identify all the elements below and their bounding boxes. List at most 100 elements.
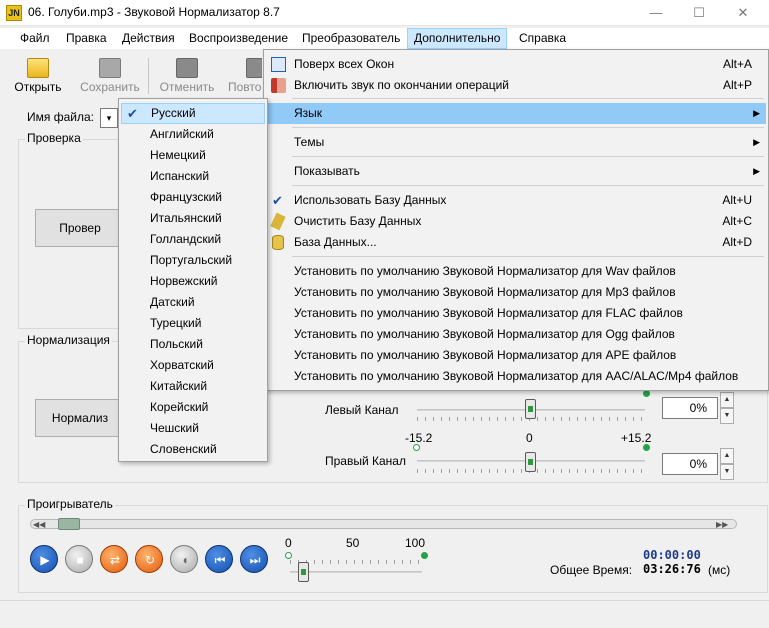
menu-default-aac[interactable]: Установить по умолчанию Звуковой Нормали… <box>266 366 766 387</box>
language-item-spanish[interactable]: Испанский <box>121 166 265 187</box>
redo-icon <box>246 58 262 78</box>
shuffle-button[interactable]: ⇄ <box>100 545 128 573</box>
close-button[interactable]: ✕ <box>720 0 766 26</box>
menu-language[interactable]: Язык ▶ <box>266 103 766 124</box>
volume-mid-label: 50 <box>346 536 360 550</box>
menu-default-flac[interactable]: Установить по умолчанию Звуковой Нормали… <box>266 303 766 324</box>
menu-default-ape[interactable]: Установить по умолчанию Звуковой Нормали… <box>266 345 766 366</box>
previous-button[interactable]: ⏮ <box>205 545 233 573</box>
menu-converter[interactable]: Преобразователь <box>296 28 406 49</box>
language-item-norwegian[interactable]: Норвежский <box>121 271 265 292</box>
status-bar <box>0 600 769 628</box>
menu-help[interactable]: Справка <box>513 28 572 49</box>
right-channel-label: Правый Канал <box>325 454 406 468</box>
window-title: 06. Голуби.mp3 - Звуковой Нормализатор 8… <box>28 5 280 19</box>
right-channel-value[interactable]: 0% <box>662 453 718 475</box>
menu-playback[interactable]: Воспроизведение <box>183 28 294 49</box>
right-channel-spin[interactable]: ▲ ▼ <box>720 448 734 480</box>
undo-label: Отменить <box>159 80 215 94</box>
seek-thumb[interactable] <box>58 518 80 530</box>
checkmark-icon: ✔ <box>127 106 138 121</box>
menu-always-on-top-shortcut: Alt+A <box>722 57 752 71</box>
next-button[interactable]: ⏭ <box>240 545 268 573</box>
submenu-arrow-icon: ▶ <box>753 137 760 147</box>
file-name-label: Имя файла: <box>27 110 94 124</box>
language-label: Русский <box>151 106 196 120</box>
menu-separator <box>292 185 764 186</box>
language-item-german[interactable]: Немецкий <box>121 145 265 166</box>
language-item-italian[interactable]: Итальянский <box>121 208 265 229</box>
language-item-danish[interactable]: Датский <box>121 292 265 313</box>
left-channel-value[interactable]: 0% <box>662 397 718 419</box>
menu-database[interactable]: База Данных... Alt+D <box>266 232 766 253</box>
maximize-button[interactable]: ☐ <box>676 0 722 26</box>
play-button[interactable]: ▶ <box>30 545 58 573</box>
check-button[interactable]: Провер <box>35 209 125 247</box>
menu-sound-on-finish[interactable]: Включить звук по окончании операций Alt+… <box>266 75 766 96</box>
menu-themes-label: Темы <box>294 135 325 149</box>
floppy-icon <box>99 58 121 78</box>
menu-default-wav[interactable]: Установить по умолчанию Звуковой Нормали… <box>266 261 766 282</box>
menu-clear-database[interactable]: Очистить Базу Данных Alt+C <box>266 211 766 232</box>
submenu-arrow-icon: ▶ <box>753 166 760 176</box>
spin-up-icon[interactable]: ▲ <box>720 448 734 464</box>
language-item-french[interactable]: Французский <box>121 187 265 208</box>
total-time-unit: (мс) <box>708 563 731 577</box>
volume-min-label: 0 <box>285 536 292 550</box>
scale-max-label: +15.2 <box>621 431 652 445</box>
language-item-croatian[interactable]: Хорватский <box>121 355 265 376</box>
language-item-turkish[interactable]: Турецкий <box>121 313 265 334</box>
file-name-dropdown[interactable]: ▾ <box>100 108 118 128</box>
save-button[interactable]: Сохранить <box>78 54 142 98</box>
total-time: 03:26:76 <box>643 562 701 576</box>
spin-down-icon[interactable]: ▼ <box>720 408 734 424</box>
volume-slider-thumb[interactable] <box>298 562 309 582</box>
undo-button[interactable]: Отменить <box>155 54 219 98</box>
menu-themes[interactable]: Темы ▶ <box>266 132 766 153</box>
menu-use-database[interactable]: ✔ Использовать Базу Данных Alt+U <box>266 190 766 211</box>
save-label: Сохранить <box>80 80 140 94</box>
language-item-slovenian[interactable]: Словенский <box>121 439 265 460</box>
menu-show[interactable]: Показывать ▶ <box>266 161 766 182</box>
open-button[interactable]: Открыть <box>6 54 70 98</box>
speaker-icon <box>271 78 286 93</box>
menu-advanced[interactable]: Дополнительно <box>407 28 508 49</box>
language-item-czech[interactable]: Чешский <box>121 418 265 439</box>
menu-file[interactable]: Файл <box>14 28 56 49</box>
repeat-button[interactable]: ↻ <box>135 545 163 573</box>
language-item-polish[interactable]: Польский <box>121 334 265 355</box>
language-item-russian[interactable]: ✔ Русский <box>121 103 265 124</box>
menu-language-label: Язык <box>294 106 323 120</box>
seek-bar[interactable] <box>30 519 737 529</box>
menu-database-shortcut: Alt+D <box>722 235 752 249</box>
shuffle-icon: ⇄ <box>109 553 121 567</box>
menu-always-on-top[interactable]: Поверх всех Окон Alt+A <box>266 54 766 75</box>
stop-button[interactable]: ■ <box>65 545 93 573</box>
skip-back-icon: ⏮ <box>214 553 226 567</box>
spin-up-icon[interactable]: ▲ <box>720 392 734 408</box>
left-channel-spin[interactable]: ▲ ▼ <box>720 392 734 424</box>
menu-actions[interactable]: Действия <box>116 28 181 49</box>
left-channel-slider-thumb[interactable] <box>525 399 536 419</box>
right-channel-slider-thumb[interactable] <box>525 452 536 472</box>
volume-ticks <box>290 560 422 564</box>
minimize-button[interactable]: — <box>633 0 679 26</box>
language-item-chinese[interactable]: Китайский <box>121 376 265 397</box>
normalize-button[interactable]: Нормализ <box>35 399 125 437</box>
seek-forward-icon: ▶▶ <box>716 520 729 529</box>
window-icon <box>271 57 286 72</box>
language-item-portuguese[interactable]: Португальский <box>121 250 265 271</box>
menu-default-mp3[interactable]: Установить по умолчанию Звуковой Нормали… <box>266 282 766 303</box>
normalization-group-title: Нормализация <box>25 333 112 347</box>
menu-default-ogg[interactable]: Установить по умолчанию Звуковой Нормали… <box>266 324 766 345</box>
mute-button[interactable]: ◖ <box>170 545 198 573</box>
stop-icon: ■ <box>76 553 84 567</box>
menu-edit[interactable]: Правка <box>60 28 113 49</box>
app-icon: JN <box>6 5 22 21</box>
left-channel-max-dot <box>643 390 650 397</box>
language-item-korean[interactable]: Корейский <box>121 397 265 418</box>
language-item-dutch[interactable]: Голландский <box>121 229 265 250</box>
spin-down-icon[interactable]: ▼ <box>720 464 734 480</box>
language-item-english[interactable]: Английский <box>121 124 265 145</box>
redo-button[interactable]: Повто <box>222 54 262 98</box>
